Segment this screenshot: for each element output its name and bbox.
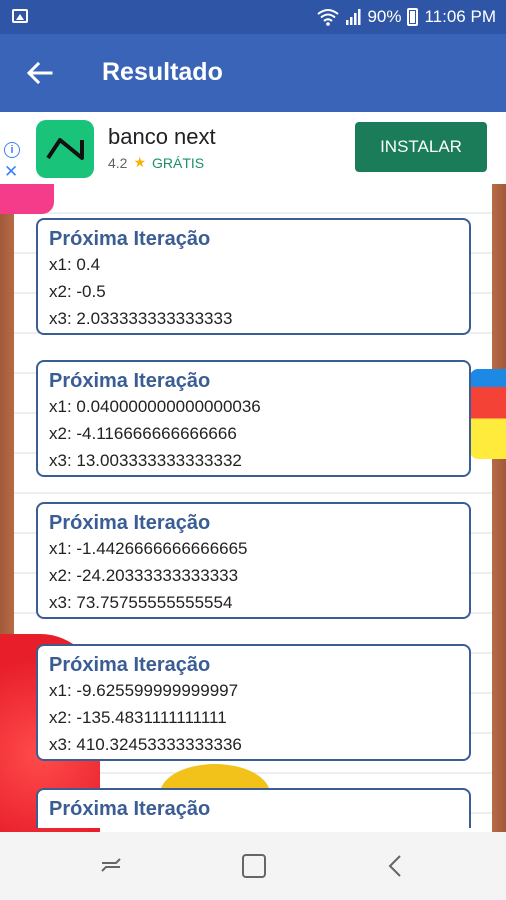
- iteration-card: Próxima Iteração x1: -1.4426666666666665…: [36, 502, 471, 619]
- page-title: Resultado: [102, 58, 223, 86]
- iteration-heading: Próxima Iteração: [49, 798, 211, 820]
- iteration-heading: Próxima Iteração: [49, 228, 211, 250]
- x3-value: x3: 410.32453333333336: [49, 735, 242, 754]
- ad-app-logo[interactable]: [36, 120, 94, 178]
- ad-app-name[interactable]: banco next: [108, 124, 216, 150]
- signal-icon: [346, 9, 361, 25]
- back-button[interactable]: [20, 54, 60, 92]
- app-bar: Resultado: [0, 34, 506, 112]
- x3-value: x3: 2.033333333333333: [49, 309, 233, 328]
- install-button[interactable]: INSTALAR: [355, 122, 487, 172]
- ad-close-icon[interactable]: ✕: [4, 162, 18, 182]
- wifi-icon: [317, 9, 340, 26]
- status-icons: 90% 11:06 PM: [317, 6, 496, 28]
- x2-value: x2: -4.116666666666666: [49, 424, 237, 443]
- ad-meta: 4.2 ★ GRÁTIS: [108, 154, 204, 171]
- x1-value: x1: -9.625599999999997: [49, 681, 239, 700]
- ad-info-icon[interactable]: i: [4, 142, 20, 158]
- x1-value: x1: -1.4426666666666665: [49, 539, 248, 558]
- x2-value: x2: -24.20333333333333: [49, 566, 239, 585]
- arrow-left-icon: [27, 62, 53, 84]
- recent-apps-icon[interactable]: [98, 854, 124, 880]
- back-nav-icon[interactable]: [382, 852, 410, 880]
- status-bar: 90% 11:06 PM: [0, 0, 506, 34]
- x3-value: x3: 73.75755555555554: [49, 593, 233, 612]
- iteration-heading: Próxima Iteração: [49, 370, 211, 392]
- decorative-crayons: [470, 369, 506, 459]
- results-scroll-area[interactable]: Próxima Iteração x1: 0.4 x2: -0.5 x3: 2.…: [0, 184, 506, 832]
- ad-price: GRÁTIS: [152, 154, 205, 171]
- x1-value: x1: 0.4: [49, 255, 101, 274]
- iteration-card: Próxima Iteração: [36, 788, 471, 828]
- decorative-marker: [0, 184, 54, 214]
- home-icon[interactable]: [242, 854, 266, 878]
- battery-icon: [407, 8, 419, 26]
- iteration-card: Próxima Iteração x1: 0.04000000000000003…: [36, 360, 471, 477]
- iteration-card: Próxima Iteração x1: 0.4 x2: -0.5 x3: 2.…: [36, 218, 471, 335]
- system-nav-bar: [0, 832, 506, 900]
- clock: 11:06 PM: [424, 7, 496, 26]
- star-icon: ★: [133, 154, 147, 170]
- image-notification-icon: [12, 9, 28, 23]
- ad-banner[interactable]: i ✕ banco next 4.2 ★ GRÁTIS INSTALAR: [0, 112, 506, 184]
- iteration-heading: Próxima Iteração: [49, 654, 211, 676]
- x2-value: x2: -135.4831111111111: [49, 708, 227, 727]
- iteration-card: Próxima Iteração x1: -9.625599999999997 …: [36, 644, 471, 761]
- ad-rating: 4.2: [108, 154, 128, 171]
- iteration-heading: Próxima Iteração: [49, 512, 211, 534]
- x3-value: x3: 13.003333333333332: [49, 451, 242, 470]
- battery-percent: 90%: [367, 7, 402, 26]
- x2-value: x2: -0.5: [49, 282, 106, 301]
- x1-value: x1: 0.040000000000000036: [49, 397, 261, 416]
